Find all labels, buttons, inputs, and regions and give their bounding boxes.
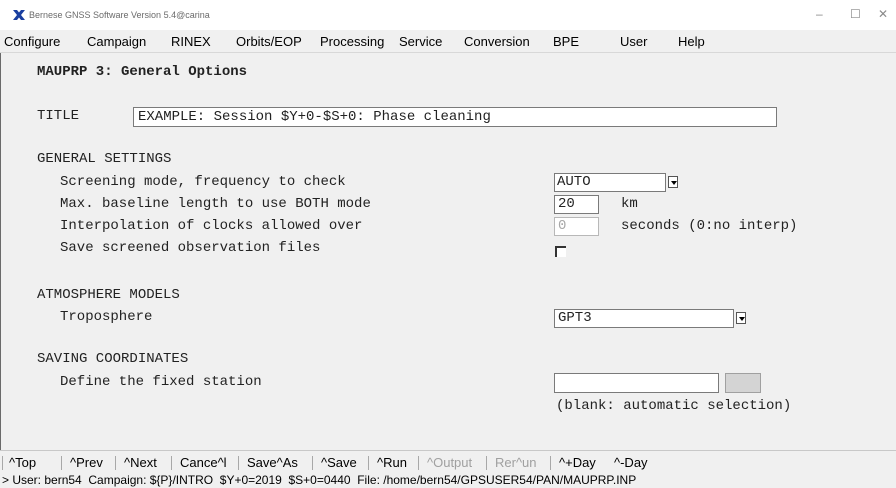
max-baseline-field[interactable]: 20 (554, 195, 599, 214)
chevron-down-icon[interactable] (668, 176, 678, 188)
minus-day-button[interactable]: ^-Day (614, 455, 648, 470)
separator (2, 456, 3, 470)
close-button[interactable]: ✕ (878, 7, 888, 21)
save-screened-checkbox[interactable] (555, 246, 566, 257)
fixed-station-label: Define the fixed station (60, 374, 262, 390)
atmosphere-models-header: ATMOSPHERE MODELS (37, 287, 180, 303)
save-as-button[interactable]: Save^As (247, 455, 298, 470)
status-text: > User: bern54 Campaign: ${P}/INTRO $Y+0… (2, 473, 637, 487)
separator (115, 456, 116, 470)
screening-mode-label: Screening mode, frequency to check (60, 174, 346, 190)
title-label: TITLE (37, 108, 80, 124)
menu-campaign[interactable]: Campaign (87, 34, 146, 49)
menu-processing[interactable]: Processing (320, 34, 384, 49)
action-bar: ^Top ^Prev ^Next Cance^l Save^As ^Save ^… (0, 450, 896, 473)
prev-button[interactable]: ^Prev (70, 455, 103, 470)
fixed-station-browse-button[interactable] (725, 373, 761, 393)
run-button[interactable]: ^Run (377, 455, 407, 470)
menu-help[interactable]: Help (678, 34, 705, 49)
max-baseline-unit: km (621, 196, 638, 212)
save-button[interactable]: ^Save (321, 455, 357, 470)
screening-mode-select[interactable]: AUTO (554, 173, 666, 192)
menu-conversion[interactable]: Conversion (464, 34, 530, 49)
menu-bpe[interactable]: BPE (553, 34, 579, 49)
separator (368, 456, 369, 470)
menu-configure[interactable]: Configure (4, 34, 60, 49)
chevron-down-icon[interactable] (736, 312, 746, 324)
clock-interp-field[interactable]: 0 (554, 217, 599, 236)
output-button[interactable]: ^Output (427, 455, 472, 470)
save-screened-label: Save screened observation files (60, 240, 321, 256)
menu-orbits-eop[interactable]: Orbits/EOP (236, 34, 302, 49)
panel-title: MAUPRP 3: General Options (37, 64, 248, 80)
saving-coordinates-header: SAVING COORDINATES (37, 351, 189, 367)
window-title: Bernese GNSS Software Version 5.4@carina (29, 10, 210, 20)
minimize-button[interactable]: – (816, 7, 823, 21)
app-logo-icon (13, 10, 25, 20)
options-panel: MAUPRP 3: General Options TITLE EXAMPLE:… (0, 53, 896, 450)
rerun-button[interactable]: Rer^un (495, 455, 537, 470)
fixed-station-hint: (blank: automatic selection) (556, 398, 792, 414)
cancel-button[interactable]: Cance^l (180, 455, 227, 470)
separator (550, 456, 551, 470)
max-baseline-label: Max. baseline length to use BOTH mode (60, 196, 371, 212)
menu-bar: Configure Campaign RINEX Orbits/EOP Proc… (0, 30, 896, 53)
clock-interp-label: Interpolation of clocks allowed over (60, 218, 363, 234)
clock-interp-unit: seconds (0:no interp) (621, 218, 798, 234)
menu-user[interactable]: User (620, 34, 647, 49)
menu-service[interactable]: Service (399, 34, 442, 49)
title-field[interactable]: EXAMPLE: Session $Y+0-$S+0: Phase cleani… (133, 107, 777, 127)
separator (238, 456, 239, 470)
separator (486, 456, 487, 470)
plus-day-button[interactable]: ^+Day (559, 455, 596, 470)
maximize-button[interactable]: ☐ (850, 7, 861, 21)
top-button[interactable]: ^Top (9, 455, 36, 470)
separator (61, 456, 62, 470)
troposphere-label: Troposphere (60, 309, 153, 325)
separator (418, 456, 419, 470)
fixed-station-field[interactable] (554, 373, 719, 393)
troposphere-select[interactable]: GPT3 (554, 309, 734, 328)
general-settings-header: GENERAL SETTINGS (37, 151, 172, 167)
separator (312, 456, 313, 470)
next-button[interactable]: ^Next (124, 455, 157, 470)
window-titlebar: Bernese GNSS Software Version 5.4@carina… (0, 0, 896, 30)
status-bar: > User: bern54 Campaign: ${P}/INTRO $Y+0… (0, 472, 896, 488)
menu-rinex[interactable]: RINEX (171, 34, 211, 49)
separator (171, 456, 172, 470)
